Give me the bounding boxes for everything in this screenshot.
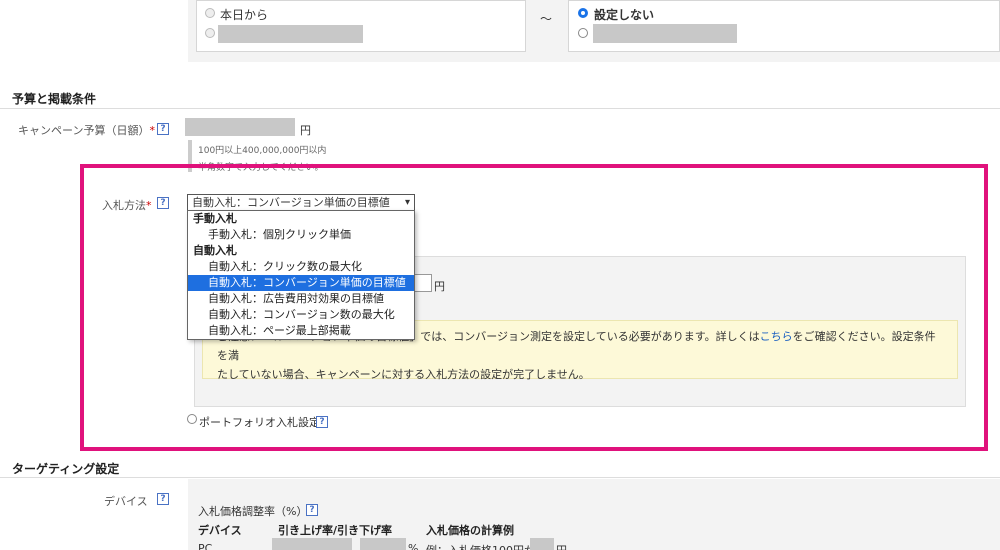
adjust-rate-label: 入札価格調整率（%） bbox=[198, 505, 308, 518]
section-divider bbox=[0, 108, 1000, 109]
col-example: 入札価格の計算例 bbox=[426, 524, 514, 537]
highlight-frame bbox=[80, 164, 988, 451]
start-today-label: 本日から bbox=[220, 8, 269, 22]
yen-unit: 円 bbox=[300, 124, 311, 137]
device-label: デバイス bbox=[104, 495, 148, 508]
targeting-section-title: ターゲティング設定 bbox=[12, 462, 120, 476]
col-device: デバイス bbox=[198, 524, 242, 537]
daily-budget-label: キャンペーン予算（日額）* bbox=[18, 122, 155, 138]
daily-budget-label-text: キャンペーン予算（日額） bbox=[18, 124, 150, 137]
row-percent-input[interactable] bbox=[360, 538, 406, 550]
row-select[interactable] bbox=[272, 538, 352, 550]
row-example-value bbox=[530, 538, 554, 550]
start-date-field[interactable] bbox=[218, 25, 363, 43]
budget-section-title: 予算と掲載条件 bbox=[12, 92, 97, 106]
targeting-divider bbox=[0, 477, 1000, 478]
end-date-radio[interactable] bbox=[578, 28, 588, 38]
end-none-radio[interactable] bbox=[578, 8, 588, 18]
row-percent-unit: % bbox=[408, 542, 419, 550]
end-none-label: 設定しない bbox=[594, 8, 655, 22]
adjust-help-icon[interactable]: ? bbox=[306, 504, 318, 516]
row-device-pc: PC bbox=[198, 542, 213, 550]
required-mark: * bbox=[149, 124, 155, 137]
start-today-radio[interactable] bbox=[205, 8, 215, 18]
end-date-field[interactable] bbox=[593, 24, 737, 43]
row-example: 例：入札価格100円か bbox=[426, 542, 535, 550]
start-date-radio[interactable] bbox=[205, 28, 215, 38]
budget-hint-range: 100円以上400,000,000円以内 bbox=[198, 146, 327, 156]
col-adjust: 引き上げ率/引き下げ率 bbox=[278, 524, 393, 537]
row-example-yen: 円 bbox=[556, 542, 567, 550]
date-range-tilde: 〜 bbox=[540, 12, 553, 26]
daily-budget-input[interactable] bbox=[185, 118, 295, 136]
device-help-icon[interactable]: ? bbox=[157, 493, 169, 505]
help-icon[interactable]: ? bbox=[157, 123, 169, 135]
